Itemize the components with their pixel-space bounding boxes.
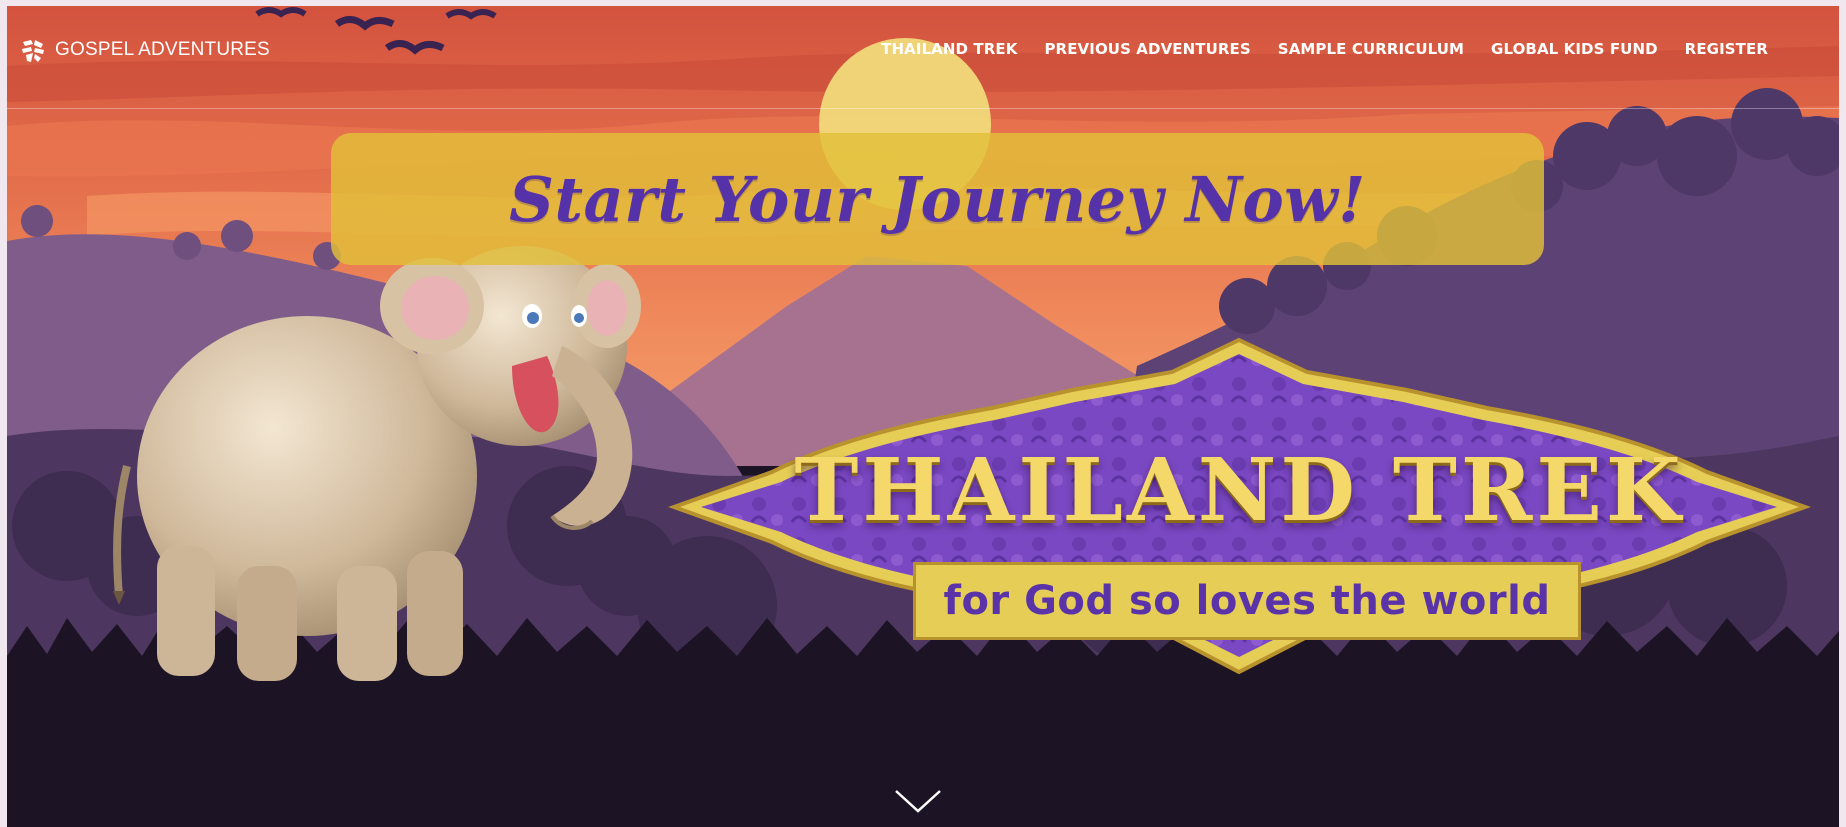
start-journey-button[interactable]: Start Your Journey Now! (331, 133, 1544, 265)
thailand-trek-title: THAILAND TREK (794, 440, 1685, 541)
nav-item-global-kids-fund[interactable]: GLOBAL KIDS FUND (1491, 40, 1658, 58)
thailand-trek-logo-badge: THAILAND TREK for God so loves the world (667, 332, 1812, 680)
nav-item-sample-curriculum[interactable]: SAMPLE CURRICULUM (1278, 40, 1464, 58)
hero-frame: GOSPEL ADVENTURES THAILAND TREK PREVIOUS… (7, 6, 1839, 827)
start-journey-label: Start Your Journey Now! (509, 162, 1366, 236)
brand-logo[interactable]: GOSPEL ADVENTURES (19, 34, 270, 66)
nav-item-register[interactable]: REGISTER (1685, 40, 1768, 58)
brand-name: GOSPEL ADVENTURES (55, 39, 270, 60)
chevron-down-icon[interactable] (893, 786, 943, 816)
tagline-text: for God so loves the world (943, 578, 1551, 624)
nav-item-previous-adventures[interactable]: PREVIOUS ADVENTURES (1044, 40, 1250, 58)
main-nav: THAILAND TREK PREVIOUS ADVENTURES SAMPLE… (881, 40, 1768, 58)
tagline-banner: for God so loves the world (913, 562, 1581, 640)
nav-item-thailand-trek[interactable]: THAILAND TREK (881, 40, 1017, 58)
gospel-adventures-logo-icon (22, 40, 44, 62)
site-header: GOSPEL ADVENTURES THAILAND TREK PREVIOUS… (7, 6, 1839, 109)
